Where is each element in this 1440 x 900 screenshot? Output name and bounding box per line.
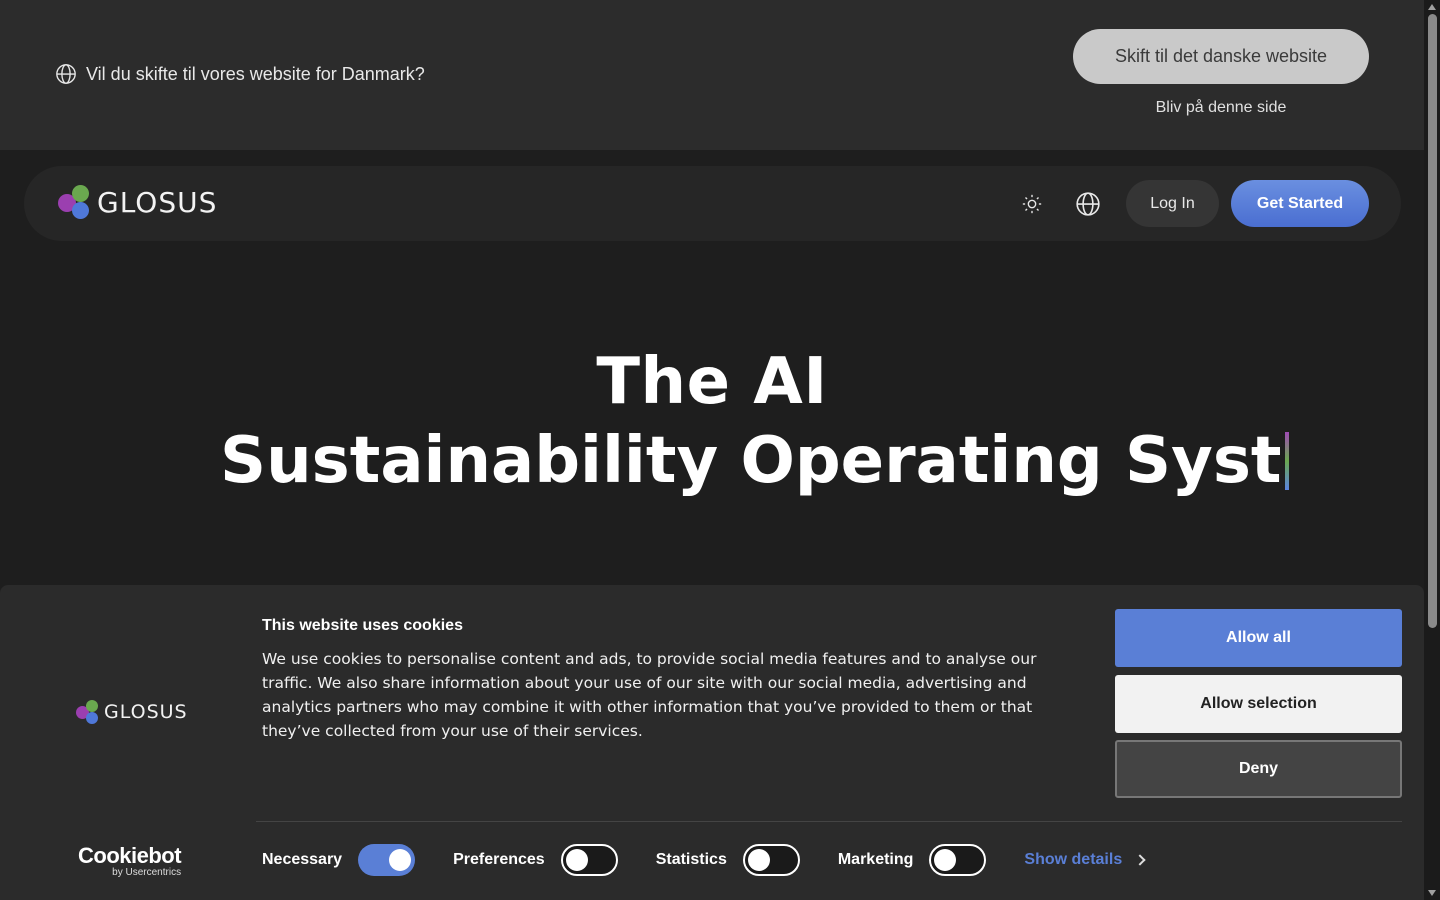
stay-on-page-link[interactable]: Bliv på denne side [1073, 99, 1369, 117]
login-button[interactable]: Log In [1126, 180, 1219, 227]
consent-statistics: Statistics [656, 844, 800, 876]
consent-label-necessary: Necessary [262, 851, 343, 868]
consent-necessary: Necessary [262, 844, 416, 876]
show-details-link[interactable]: Show details [1024, 851, 1146, 869]
cookie-title: This website uses cookies [262, 617, 463, 634]
cookiebot-name: Cookiebot [78, 843, 182, 868]
scrollbar[interactable] [1424, 0, 1440, 900]
locale-message-text: Vil du skifte til vores website for Danm… [86, 63, 425, 84]
consent-label-preferences: Preferences [453, 851, 545, 868]
show-details-label: Show details [1024, 851, 1123, 868]
logo-text: GLOSUS [97, 185, 218, 219]
consent-label-statistics: Statistics [655, 851, 727, 868]
necessary-toggle[interactable] [358, 844, 416, 876]
navbar: GLOSUS Log In Get Started [24, 166, 1401, 241]
scroll-down-arrow-icon[interactable] [1428, 890, 1436, 896]
logo-mark-icon [76, 699, 102, 725]
marketing-toggle[interactable] [929, 844, 987, 876]
scrollbar-thumb[interactable] [1428, 14, 1437, 628]
consent-categories: Necessary Preferences Statistics Marketi… [262, 844, 1146, 876]
statistics-toggle[interactable] [742, 844, 800, 876]
cookie-consent-panel: GLOSUS This website uses cookies We use … [0, 585, 1424, 900]
cookiebot-sub: by Usercentrics [112, 867, 182, 878]
preferences-toggle[interactable] [560, 844, 618, 876]
consent-label-marketing: Marketing [837, 851, 914, 868]
hero-title-line2: Sustainability Operating Syst [220, 424, 1289, 498]
allow-all-button[interactable]: Allow all [1115, 609, 1402, 667]
chevron-right-icon [1134, 854, 1146, 866]
language-globe-icon[interactable] [1075, 191, 1101, 217]
scroll-up-arrow-icon[interactable] [1428, 4, 1436, 10]
typing-caret [1284, 432, 1289, 490]
theme-toggle-sun-icon[interactable] [1019, 191, 1045, 217]
logo-mark-icon [57, 184, 93, 220]
consent-preferences: Preferences [453, 844, 618, 876]
allow-selection-button[interactable]: Allow selection [1115, 675, 1402, 733]
get-started-button[interactable]: Get Started [1231, 180, 1369, 227]
locale-message: Vil du skifte til vores website for Danm… [55, 63, 425, 85]
hero-title-line2-text: Sustainability Operating Syst [220, 424, 1282, 498]
logo[interactable]: GLOSUS [57, 184, 217, 220]
globe-icon [56, 64, 76, 84]
cookiebot-logo[interactable]: Cookiebot by Usercentrics [78, 843, 182, 879]
cookie-logo-text: GLOSUS [104, 701, 188, 723]
consent-marketing: Marketing [838, 844, 987, 876]
hero-title-line1: The AI [596, 345, 828, 419]
cookie-description: We use cookies to personalise content an… [262, 650, 1037, 740]
divider [256, 821, 1402, 822]
deny-button[interactable]: Deny [1115, 740, 1402, 798]
locale-banner: Vil du skifte til vores website for Danm… [0, 0, 1424, 150]
cookie-logo: GLOSUS [76, 699, 188, 725]
switch-to-danish-button[interactable]: Skift til det danske website [1073, 29, 1369, 84]
